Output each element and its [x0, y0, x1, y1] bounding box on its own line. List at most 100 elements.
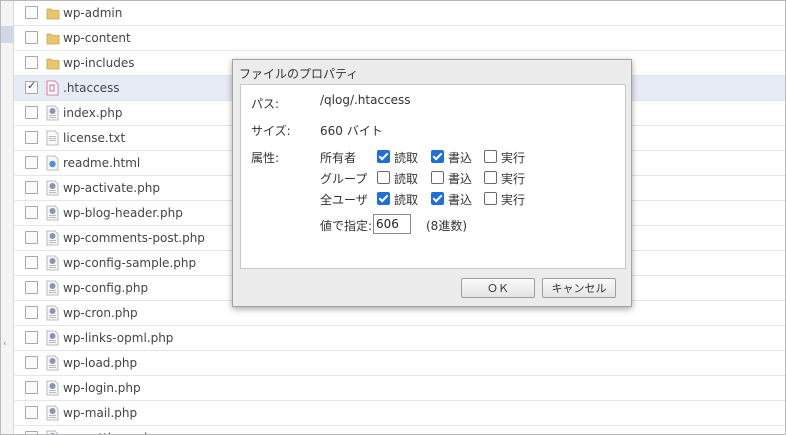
permission-col-label: 書込 — [448, 151, 473, 165]
dialog-body: パス: /qlog/.htaccess サイズ: 660 バイト 属性: 所有者… — [240, 84, 626, 269]
resize-grip-icon[interactable]: ‹ — [3, 339, 7, 349]
file-checkbox[interactable] — [25, 181, 38, 194]
permission-checkbox[interactable] — [377, 150, 390, 163]
permission-row-label: 所有者 — [320, 151, 357, 165]
left-panel-strip: ‹ — [1, 1, 14, 434]
file-name[interactable]: license.txt — [63, 131, 125, 145]
file-row[interactable]: wp-links-opml.php — [14, 326, 785, 351]
file-name[interactable]: wp-content — [63, 31, 131, 45]
permission-row-label: 全ユーザ — [320, 193, 368, 207]
octal-note: (8進数) — [426, 219, 467, 233]
file-checkbox[interactable]: ✓ — [25, 79, 38, 94]
check-icon: ✓ — [27, 79, 37, 92]
php-file-icon — [46, 105, 59, 121]
php-file-icon — [46, 405, 59, 421]
file-name[interactable]: index.php — [63, 106, 122, 120]
file-checkbox[interactable] — [25, 431, 38, 434]
php-file-icon — [46, 205, 59, 221]
file-name[interactable]: wp-config-sample.php — [63, 256, 196, 270]
file-name[interactable]: readme.html — [63, 156, 140, 170]
text-file-icon — [46, 130, 59, 146]
permission-row-label: グループ — [320, 172, 368, 186]
permission-col-label: 実行 — [501, 151, 526, 165]
file-name[interactable]: wp-admin — [63, 6, 122, 20]
file-checkbox[interactable] — [25, 356, 38, 369]
file-properties-dialog: ファイルのプロパティ パス: /qlog/.htaccess サイズ: 660 … — [232, 59, 632, 307]
numeric-label: 値で指定: — [320, 219, 373, 233]
file-checkbox[interactable] — [25, 281, 38, 294]
file-name[interactable]: wp-activate.php — [63, 181, 160, 195]
permission-col-label: 読取 — [394, 193, 419, 207]
file-name[interactable]: wp-cron.php — [63, 306, 138, 320]
file-name[interactable]: wp-blog-header.php — [63, 206, 183, 220]
file-manager-window: ‹ wp-admin wp-content wp-includes ✓ .htacces… — [0, 0, 786, 435]
htaccess-file-icon — [46, 80, 59, 96]
php-file-icon — [46, 380, 59, 396]
php-file-icon — [46, 280, 59, 296]
permission-checkbox[interactable] — [484, 192, 497, 205]
file-name[interactable]: wp-mail.php — [63, 406, 137, 420]
file-checkbox[interactable] — [25, 306, 38, 319]
left-panel-selection — [1, 26, 13, 43]
permission-checkbox[interactable] — [431, 171, 444, 184]
php-file-icon — [46, 305, 59, 321]
file-checkbox[interactable] — [25, 256, 38, 269]
permission-col-label: 書込 — [448, 193, 473, 207]
size-label: サイズ: — [251, 124, 291, 138]
file-name[interactable]: wp-comments-post.php — [63, 231, 205, 245]
file-checkbox[interactable] — [25, 206, 38, 219]
file-row[interactable]: wp-load.php — [14, 351, 785, 376]
file-name[interactable]: wp-settings.php — [63, 431, 159, 434]
permission-col-label: 実行 — [501, 172, 526, 186]
file-name[interactable]: wp-load.php — [63, 356, 137, 370]
permission-col-label: 読取 — [394, 172, 419, 186]
file-checkbox[interactable] — [25, 56, 38, 69]
cancel-button[interactable]: キャンセル — [542, 278, 616, 298]
file-name[interactable]: wp-includes — [63, 56, 135, 70]
permission-checkbox[interactable] — [377, 171, 390, 184]
permission-col-label: 実行 — [501, 193, 526, 207]
path-label: パス: — [251, 97, 280, 111]
file-name[interactable]: wp-login.php — [63, 381, 141, 395]
file-checkbox[interactable] — [25, 331, 38, 344]
php-file-icon — [46, 255, 59, 271]
file-checkbox[interactable] — [25, 31, 38, 44]
php-file-icon — [46, 230, 59, 246]
path-value: /qlog/.htaccess — [320, 93, 411, 107]
php-file-icon — [46, 430, 59, 434]
file-row[interactable]: wp-settings.php — [14, 426, 785, 434]
file-checkbox[interactable] — [25, 231, 38, 244]
attributes-label: 属性: — [251, 151, 280, 165]
file-checkbox[interactable] — [25, 406, 38, 419]
file-checkbox[interactable] — [25, 106, 38, 119]
file-name[interactable]: wp-links-opml.php — [63, 331, 173, 345]
php-file-icon — [46, 180, 59, 196]
permission-checkbox[interactable] — [431, 150, 444, 163]
file-row[interactable]: wp-content — [14, 26, 785, 51]
file-name[interactable]: .htaccess — [63, 81, 120, 95]
permission-checkbox[interactable] — [431, 192, 444, 205]
folder-icon — [46, 56, 60, 70]
file-checkbox[interactable] — [25, 6, 38, 19]
file-checkbox[interactable] — [25, 381, 38, 394]
file-checkbox[interactable] — [25, 156, 38, 169]
dialog-title: ファイルのプロパティ — [239, 67, 359, 81]
numeric-permission-input[interactable] — [373, 214, 411, 234]
permission-col-label: 書込 — [448, 172, 473, 186]
permission-col-label: 読取 — [394, 151, 419, 165]
file-checkbox[interactable] — [25, 131, 38, 144]
html-file-icon — [46, 155, 59, 171]
permission-checkbox[interactable] — [377, 192, 390, 205]
file-row[interactable]: wp-admin — [14, 1, 785, 26]
permission-checkbox[interactable] — [484, 171, 497, 184]
file-name[interactable]: wp-config.php — [63, 281, 148, 295]
php-file-icon — [46, 355, 59, 371]
file-row[interactable]: wp-mail.php — [14, 401, 785, 426]
size-value: 660 バイト — [320, 124, 383, 138]
permission-checkbox[interactable] — [484, 150, 497, 163]
folder-icon — [46, 6, 60, 20]
file-row[interactable]: wp-login.php — [14, 376, 785, 401]
php-file-icon — [46, 330, 59, 346]
ok-button[interactable]: ＯＫ — [461, 278, 535, 298]
folder-icon — [46, 31, 60, 45]
